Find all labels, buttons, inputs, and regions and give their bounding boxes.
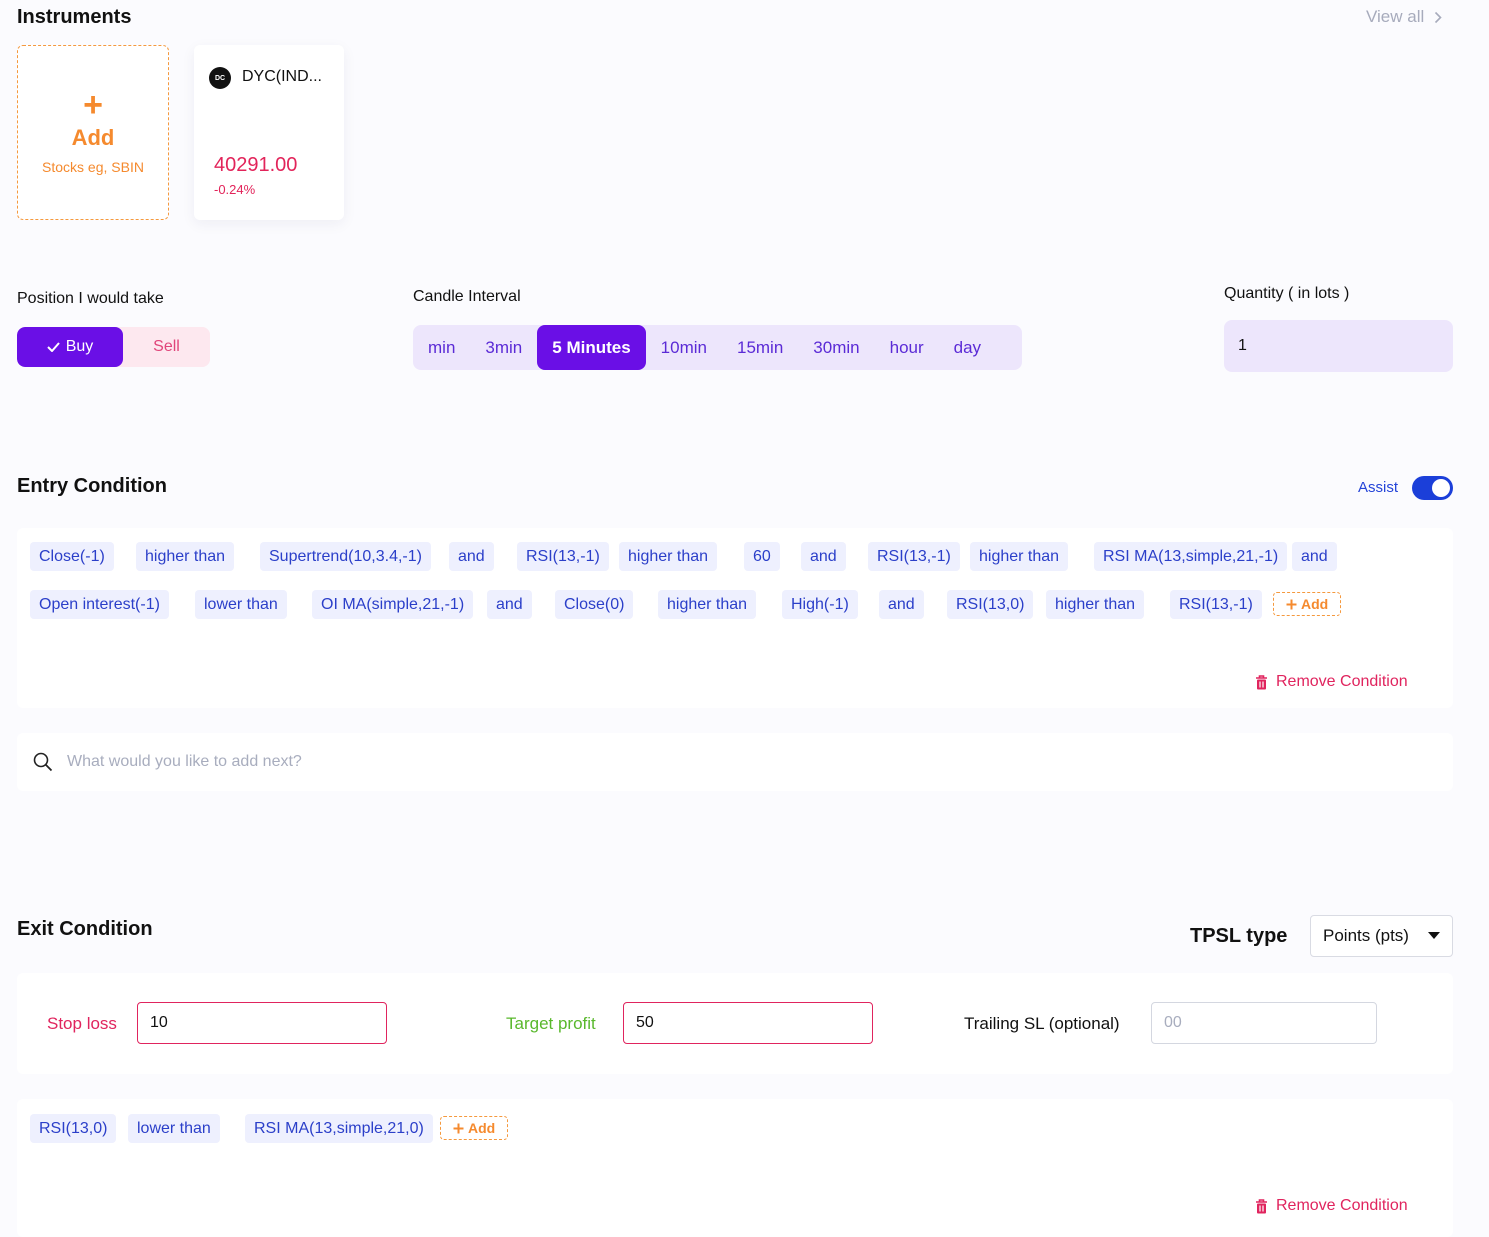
search-icon [33,752,53,772]
stop-loss-value: 10 [150,1014,168,1031]
interval-option-day[interactable]: day [939,325,996,370]
add-instrument-card[interactable]: + Add Stocks eg, SBIN [17,45,169,220]
interval-option-min[interactable]: min [413,325,470,370]
add-condition-button[interactable]: Add [1273,592,1342,616]
quantity-input[interactable] [1224,320,1453,372]
instrument-price: 40291.00 [214,154,298,176]
interval-option-15min[interactable]: 15min [722,325,798,370]
remove-condition-label: Remove Condition [1276,673,1408,690]
stop-loss-label: Stop loss [47,1014,117,1033]
entry-condition-title: Entry Condition [17,475,167,497]
condition-chip[interactable]: higher than [136,542,235,571]
condition-search-bar[interactable]: What would you like to add next? [17,733,1453,791]
condition-chip[interactable]: and [1292,542,1337,571]
condition-chip[interactable]: RSI(13,-1) [517,542,609,571]
caret-down-icon [1428,932,1440,939]
remove-exit-condition-button[interactable]: Remove Condition [1255,1197,1408,1215]
plus-icon [453,1123,464,1133]
assist-label: Assist [1358,479,1399,496]
candle-interval-selector: min 3min 5 Minutes 10min 15min 30min hou… [413,325,1022,370]
remove-condition-button[interactable]: Remove Condition [1255,673,1408,691]
condition-chip[interactable]: lower than [128,1114,220,1143]
condition-chip[interactable]: RSI MA(13,simple,21,0) [245,1114,433,1143]
interval-option-10min[interactable]: 10min [646,325,722,370]
condition-chip[interactable]: Close(0) [555,590,634,619]
target-profit-value: 50 [636,1014,654,1031]
tpsl-type-value: Points (pts) [1323,926,1409,945]
condition-chip[interactable]: higher than [970,542,1069,571]
condition-chip[interactable]: and [801,542,846,571]
stop-loss-input[interactable]: 10 [137,1002,387,1044]
position-toggle: Buy Sell [17,327,210,367]
assist-toggle[interactable] [1412,476,1453,500]
tpsl-type-select[interactable]: Points (pts) [1310,915,1453,957]
condition-chip[interactable]: RSI(13,-1) [868,542,960,571]
condition-chip[interactable]: higher than [619,542,718,571]
view-all-label: View all [1366,7,1425,26]
instruments-title: Instruments [17,6,132,28]
remove-exit-condition-label: Remove Condition [1276,1197,1408,1214]
condition-chip[interactable]: Open interest(-1) [30,590,169,619]
trash-icon [1256,674,1267,689]
add-condition-label: Add [1301,596,1329,612]
chevron-right-icon [1435,11,1442,23]
condition-chip[interactable]: RSI(13,0) [947,590,1034,619]
add-exit-condition-button[interactable]: Add [440,1116,509,1140]
buy-label: Buy [65,338,94,355]
condition-chip[interactable]: RSI MA(13,simple,21,-1) [1094,542,1288,571]
condition-chip[interactable]: Close(-1) [30,542,114,571]
plus-icon: + [83,85,103,124]
instrument-change: -0.24% [214,182,256,197]
trash-icon [1256,1198,1267,1213]
candle-interval-label: Candle Interval [413,288,521,305]
target-profit-input[interactable]: 50 [623,1002,873,1044]
instrument-logo: DC [209,67,231,89]
quantity-label: Quantity ( in lots ) [1224,285,1350,302]
condition-chip[interactable]: High(-1) [782,590,858,619]
interval-option-3min[interactable]: 3min [470,325,537,370]
exit-tpsl-panel: Stop loss 10 Target profit 50 Trailing S… [17,973,1453,1074]
instrument-name: DYC(IND... [242,68,322,85]
add-instrument-label: Add [71,124,115,150]
condition-chip[interactable]: higher than [1046,590,1145,619]
exit-condition-title: Exit Condition [17,918,153,940]
condition-chip[interactable]: OI MA(simple,21,-1) [312,590,474,619]
trailing-sl-placeholder: 00 [1164,1014,1182,1031]
position-label: Position I would take [17,290,164,307]
condition-chip[interactable]: lower than [195,590,287,619]
interval-option-5min[interactable]: 5 Minutes [537,325,646,370]
condition-chip[interactable]: RSI(13,-1) [1170,590,1262,619]
sell-button[interactable]: Sell [123,327,210,367]
condition-chip[interactable]: and [487,590,532,619]
add-instrument-hint: Stocks eg, SBIN [42,158,144,175]
tpsl-type-label: TPSL type [1190,925,1288,947]
entry-condition-panel: Close(-1) higher than Supertrend(10,3.4,… [17,528,1453,708]
instrument-card[interactable]: DC DYC(IND... 40291.00 -0.24% [194,45,344,220]
condition-chip[interactable]: and [449,542,494,571]
sell-label: Sell [153,338,180,355]
buy-button[interactable]: Buy [17,327,123,367]
interval-option-hour[interactable]: hour [875,325,939,370]
view-all-link[interactable]: View all [1366,7,1442,27]
assist-toggle-knob [1432,479,1450,497]
search-placeholder: What would you like to add next? [67,753,302,770]
condition-chip[interactable]: 60 [744,542,780,571]
condition-chip[interactable]: Supertrend(10,3.4,-1) [260,542,431,571]
exit-condition-panel: RSI(13,0) lower than RSI MA(13,simple,21… [17,1099,1453,1237]
condition-chip[interactable]: RSI(13,0) [30,1114,117,1143]
add-exit-condition-label: Add [468,1120,496,1136]
check-icon [46,342,60,352]
interval-option-30min[interactable]: 30min [798,325,874,370]
condition-chip[interactable]: and [879,590,924,619]
plus-icon [1286,599,1297,609]
trailing-sl-input[interactable]: 00 [1151,1002,1377,1044]
target-profit-label: Target profit [506,1014,596,1033]
trailing-sl-label: Trailing SL (optional) [964,1014,1120,1033]
condition-chip[interactable]: higher than [658,590,757,619]
